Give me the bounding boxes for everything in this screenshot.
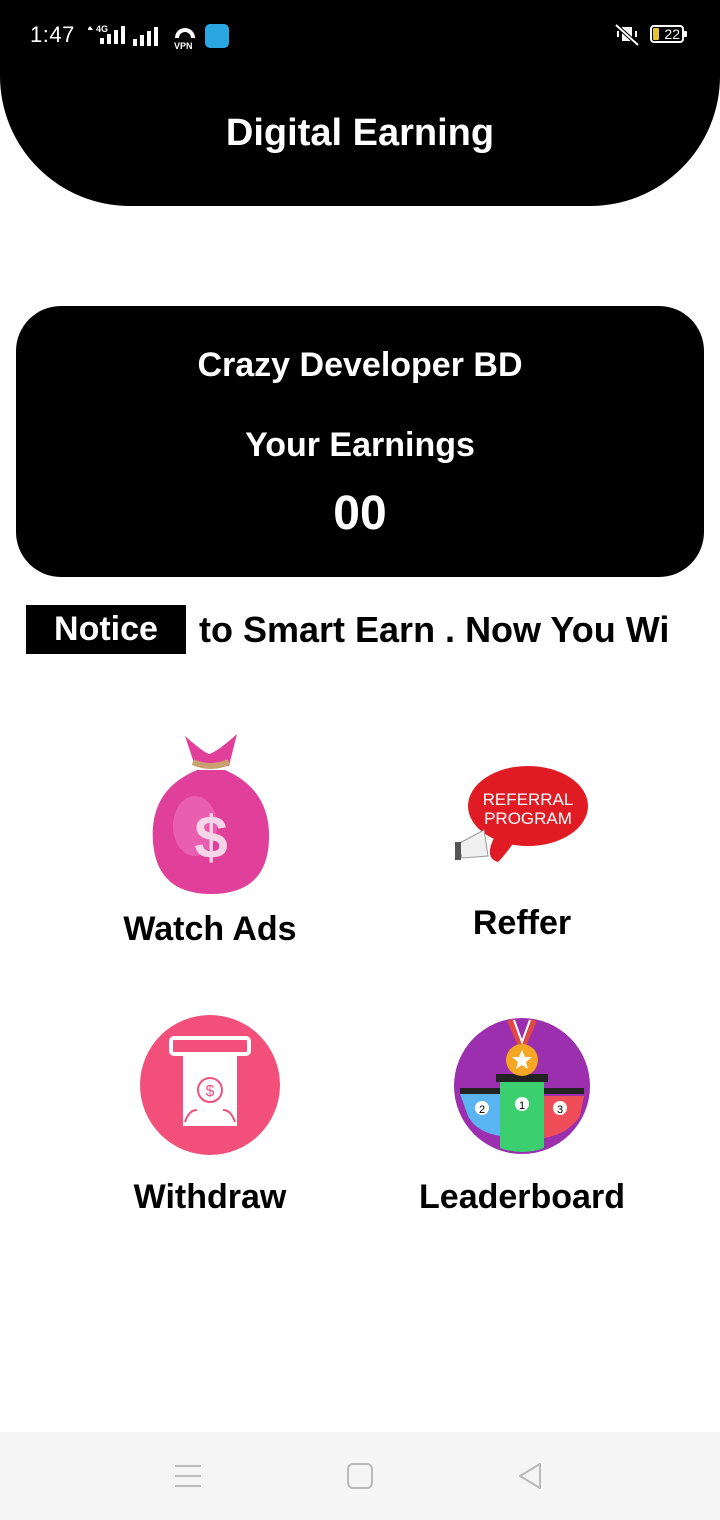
reffer-label: Reffer — [472, 904, 572, 942]
vibrate-mute-icon — [614, 23, 640, 47]
leaderboard-button[interactable]: 2 1 3 Leaderboard — [372, 1014, 672, 1224]
home-icon[interactable] — [346, 1462, 374, 1490]
app-title: Digital Earning — [225, 112, 495, 154]
svg-text:PROGRAM: PROGRAM — [484, 809, 572, 828]
svg-text:4G: 4G — [96, 24, 108, 34]
withdraw-button[interactable]: $ Withdraw — [60, 1014, 360, 1224]
svg-text:3: 3 — [557, 1104, 563, 1116]
notice-marquee: to Smart Earn . Now You Wi — [185, 604, 720, 656]
money-bag-icon: $ — [152, 734, 270, 894]
notice-row: to Smart Earn . Now You Wi Notice — [0, 604, 720, 656]
watch-ads-button[interactable]: $ Watch Ads — [60, 730, 360, 960]
svg-text:REFERRAL: REFERRAL — [483, 790, 574, 809]
status-time: 1:47 — [30, 22, 75, 47]
atm-withdraw-icon: $ — [140, 1015, 280, 1155]
earnings-card: Crazy Developer BD Your Earnings 00 — [16, 306, 704, 577]
reffer-button[interactable]: REFERRAL PROGRAM Reffer — [372, 760, 672, 950]
battery-icon: 22 — [650, 25, 687, 43]
svg-text:VPN: VPN — [174, 41, 193, 50]
notice-badge: Notice — [26, 605, 186, 654]
earnings-label: Your Earnings — [245, 426, 475, 464]
svg-text:2: 2 — [479, 1104, 485, 1116]
svg-text:1: 1 — [519, 1100, 525, 1112]
notice-text: to Smart Earn . Now You Wi — [199, 609, 670, 650]
withdraw-label: Withdraw — [133, 1178, 287, 1216]
leaderboard-label: Leaderboard — [419, 1178, 625, 1216]
referral-megaphone-icon: REFERRAL PROGRAM — [455, 766, 588, 862]
svg-text:$: $ — [194, 804, 227, 871]
earnings-value: 00 — [333, 487, 387, 540]
vpn-icon: VPN — [174, 28, 195, 50]
back-icon[interactable] — [516, 1461, 544, 1491]
user-name: Crazy Developer BD — [197, 346, 523, 384]
podium-medal-icon: 2 1 3 — [454, 1018, 590, 1154]
app-notification-icon — [205, 24, 229, 48]
svg-text:$: $ — [206, 1083, 215, 1100]
system-nav-bar — [0, 1432, 720, 1520]
menu-icon[interactable] — [173, 1463, 203, 1489]
signal-icon — [133, 27, 158, 46]
status-bar: 1:47 4G VPN 22 — [0, 0, 720, 72]
watch-ads-label: Watch Ads — [123, 910, 297, 948]
signal-4g-icon: 4G — [88, 24, 125, 44]
